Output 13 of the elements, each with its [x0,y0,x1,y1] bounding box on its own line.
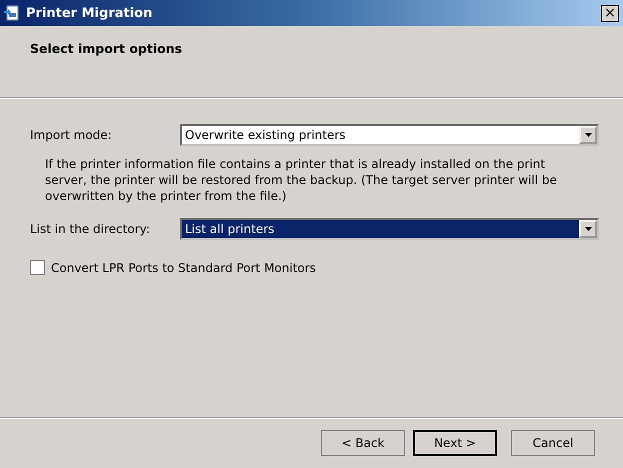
checkbox-label: Convert LPR Ports to Standard Port Monitors [51,260,316,274]
dialog-button[interactable]: Next > [413,430,497,456]
dropdown-value: List all printers [182,220,579,238]
field-label: List in the directory: [30,222,151,236]
page-heading: Select import options [30,41,182,56]
description-text: If the printer information file contains a printer that is already installed on the print server, the printer will be restored from the backup. (The target server printer will be overwritten by the printer from the file.) [45,156,558,204]
dropdown[interactable]: Overwrite existing printers [180,124,599,146]
dropdown[interactable]: List all printers [180,218,599,240]
window-title: Printer Migration [26,6,154,20]
close-button[interactable]: × [601,4,619,22]
field-label: Import mode: [30,128,113,142]
dialog-button[interactable]: < Back [321,430,405,456]
dialog-button[interactable]: Cancel [511,430,595,456]
